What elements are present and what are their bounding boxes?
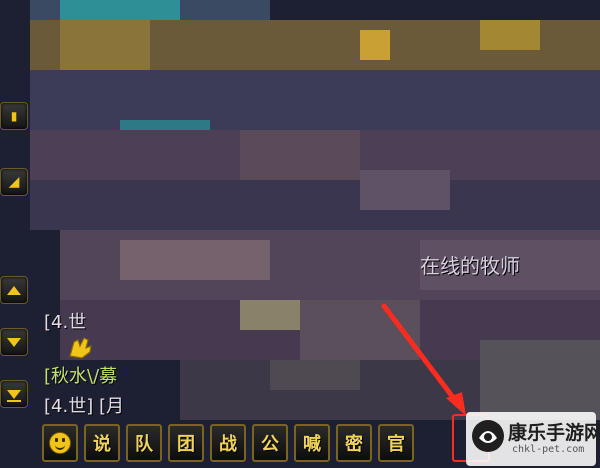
game-screen: ▮ ◢ 在线的牧师 [4.世 [秋水\/募 [4.世] [月 说 队 团 战 公… <box>0 0 600 468</box>
watermark-url: chkl-pet.com <box>512 444 585 455</box>
watermark-logo-icon <box>472 420 504 452</box>
watermark-name: 康乐手游网 <box>508 422 600 444</box>
red-arrow-annotation <box>381 303 466 416</box>
watermark: 康乐手游网 chkl-pet.com <box>466 412 600 466</box>
